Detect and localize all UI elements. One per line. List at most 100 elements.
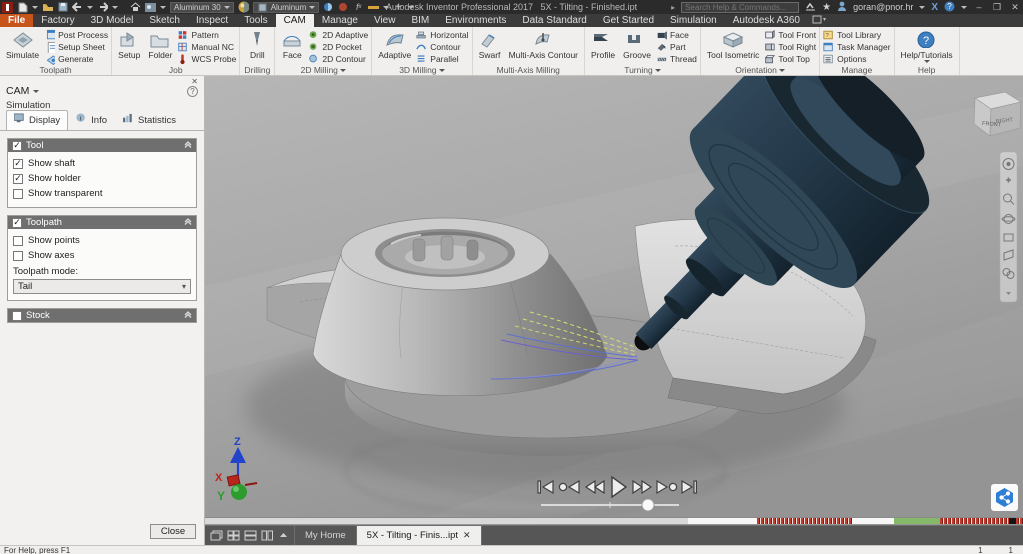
tile-vertical-icon[interactable] <box>261 530 274 541</box>
show-shaft-checkbox[interactable] <box>13 159 23 169</box>
adjust-icon[interactable] <box>323 2 334 13</box>
restore-button[interactable]: ❐ <box>991 2 1003 13</box>
ribbon-tab-data-standard[interactable]: Data Standard <box>514 14 595 27</box>
section-collapse-icon[interactable] <box>184 310 192 321</box>
save-icon[interactable] <box>57 2 68 13</box>
add-tool-icon[interactable]: + <box>393 2 404 13</box>
profile-button[interactable]: Profile <box>588 28 618 61</box>
checkbox-show-transparent[interactable]: Show transparent <box>13 186 191 201</box>
material-ball-icon[interactable] <box>238 2 249 13</box>
doc-tab-close-icon[interactable]: ✕ <box>463 530 471 541</box>
doc-tab-my-home[interactable]: My Home <box>295 526 357 545</box>
user-name[interactable]: goran@pnor.hr <box>853 2 913 12</box>
setup-sheet-button[interactable]: Setup Sheet <box>44 41 108 53</box>
ribbon-group-label-orientation[interactable]: Orientation <box>704 65 816 75</box>
panel-help-icon[interactable]: ? <box>187 86 198 97</box>
user-dropdown-icon[interactable] <box>919 6 925 9</box>
checkbox-show-axes[interactable]: Show axes <box>13 248 191 263</box>
ribbon-group-label-turning[interactable]: Turning <box>588 65 697 75</box>
ribbon-tab-manage[interactable]: Manage <box>314 14 366 27</box>
checkbox-show-holder[interactable]: Show holder <box>13 171 191 186</box>
wcs-probe-button[interactable]: WCS Probe <box>177 53 236 65</box>
new-file-dropdown-icon[interactable] <box>32 6 38 9</box>
close-button[interactable]: ✕ <box>1009 2 1021 13</box>
panel-tab-display[interactable]: Display <box>6 110 68 130</box>
appearance-select[interactable]: Aluminum <box>253 2 320 13</box>
ribbon-tab-sketch[interactable]: Sketch <box>141 14 188 27</box>
panel-tab-info[interactable]: iInfo <box>68 110 115 130</box>
minimize-button[interactable]: – <box>973 2 985 12</box>
search-expand-icon[interactable]: ▸ <box>671 3 675 12</box>
folder-button[interactable]: Folder <box>145 28 175 61</box>
face-button[interactable]: Face <box>278 28 306 61</box>
cam-sync-badge[interactable] <box>991 484 1018 511</box>
manual-nc-button[interactable]: Manual NC <box>177 41 236 53</box>
tile-horizontal-icon[interactable] <box>244 530 257 541</box>
2d-adaptive-button[interactable]: 2D Adaptive <box>308 29 368 41</box>
section-collapse-icon[interactable] <box>184 217 192 228</box>
2d-pocket-button[interactable]: 2D Pocket <box>308 41 368 53</box>
section-collapse-icon[interactable] <box>184 140 192 151</box>
render-icon[interactable] <box>145 2 156 13</box>
post-process-button[interactable]: Post Process <box>44 29 108 41</box>
checkbox-show-shaft[interactable]: Show shaft <box>13 156 191 171</box>
render-dropdown-icon[interactable] <box>160 6 166 9</box>
tool-library-button[interactable]: ?Tool Library <box>823 29 890 41</box>
new-file-icon[interactable] <box>17 2 28 13</box>
help-tutorials-button[interactable]: ?Help/Tutorials <box>898 28 956 64</box>
simulate-button[interactable]: Simulate <box>3 28 42 61</box>
simulation-timeline[interactable] <box>205 517 1023 524</box>
show-points-checkbox[interactable] <box>13 236 23 246</box>
swarf-button[interactable]: Swarf <box>476 28 504 61</box>
favorites-star-icon[interactable]: ★ <box>822 2 831 13</box>
ribbon-group-label-3d-milling[interactable]: 3D Milling <box>375 65 468 75</box>
open-icon[interactable] <box>42 2 53 13</box>
line-color-icon[interactable] <box>368 2 379 13</box>
viewport-3d[interactable]: Z X Y FRONT RIGHT <box>205 76 1023 525</box>
ribbon-tab-3d-model[interactable]: 3D Model <box>83 14 142 27</box>
groove-button[interactable]: Groove <box>620 28 654 61</box>
ribbon-tab-factory[interactable]: Factory <box>33 14 82 27</box>
ribbon-group-label-2d-milling[interactable]: 2D Milling <box>278 65 368 75</box>
tool-enable-checkbox[interactable] <box>12 141 22 151</box>
options-button[interactable]: Options <box>823 53 890 65</box>
ribbon-tab-file[interactable]: File <box>0 14 33 27</box>
task-manager-button[interactable]: Task Manager <box>823 41 890 53</box>
collapse-docbar-icon[interactable] <box>278 530 289 541</box>
sync-icon[interactable] <box>805 1 816 13</box>
drill-button[interactable]: Drill <box>243 28 271 61</box>
checkbox-show-points[interactable]: Show points <box>13 233 191 248</box>
ribbon-tab-cam[interactable]: CAM <box>276 14 314 27</box>
ribbon-tab-autodesk-a360[interactable]: Autodesk A360 <box>725 14 808 27</box>
simulation-close-button[interactable]: Close <box>150 524 196 539</box>
ribbon-tab-view[interactable]: View <box>366 14 404 27</box>
help-menu-icon[interactable]: ? <box>944 1 955 14</box>
panel-tab-statistics[interactable]: Statistics <box>115 110 184 130</box>
thread-button[interactable]: Thread <box>656 53 697 65</box>
redo-icon[interactable] <box>97 2 108 13</box>
undo-dropdown-icon[interactable] <box>87 6 93 9</box>
multi-axis-contour-button[interactable]: Multi-Axis Contour <box>506 28 581 61</box>
show-holder-checkbox[interactable] <box>13 174 23 184</box>
tile-windows-icon[interactable] <box>227 530 240 541</box>
tool-top-button[interactable]: Tool Top <box>764 53 816 65</box>
parallel-button[interactable]: Parallel <box>416 53 468 65</box>
ribbon-tab-simulation[interactable]: Simulation <box>662 14 725 27</box>
material-select[interactable]: Aluminum 30 <box>170 2 234 13</box>
ribbon-tab-inspect[interactable]: Inspect <box>188 14 236 27</box>
redo-dropdown-icon[interactable] <box>112 6 118 9</box>
show-transparent-checkbox[interactable] <box>13 189 23 199</box>
qat-customize-icon[interactable] <box>408 6 414 9</box>
cascade-windows-icon[interactable] <box>210 530 223 541</box>
ribbon-tab-environments[interactable]: Environments <box>437 14 514 27</box>
home-icon[interactable] <box>130 2 141 13</box>
help-dropdown-icon[interactable] <box>961 6 967 9</box>
part-button[interactable]: Part <box>656 41 697 53</box>
line-color-dropdown-icon[interactable] <box>383 6 389 9</box>
tool-right-button[interactable]: Tool Right <box>764 41 816 53</box>
show-axes-checkbox[interactable] <box>13 251 23 261</box>
ribbon-tab-bim[interactable]: BIM <box>403 14 437 27</box>
ribbon-display-options-icon[interactable] <box>812 15 826 27</box>
section-header-tool[interactable]: Tool <box>8 139 196 152</box>
toolpath-enable-checkbox[interactable] <box>12 218 22 228</box>
